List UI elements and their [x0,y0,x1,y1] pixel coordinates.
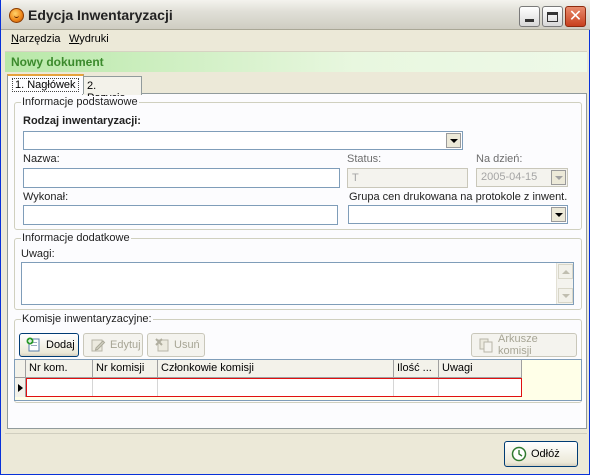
chevron-down-icon[interactable] [446,133,461,148]
table-header: Nr kom. Nr komisji Członkowie komisji Il… [15,360,522,378]
notes-scrollbar[interactable] [556,263,573,304]
maximize-icon [547,11,558,22]
column-header-count[interactable]: Ilość ... [394,360,439,378]
scroll-up-icon[interactable] [558,264,573,279]
table-cell[interactable] [439,378,522,397]
table-cell[interactable] [394,378,439,397]
commissions-table[interactable]: Nr kom. Nr komisji Członkowie komisji Il… [14,359,582,401]
inventory-type-label: Rodzaj inwentaryzacji: [23,115,141,127]
sheets-icon [479,338,493,353]
status-label: Status: [347,153,382,165]
menu-narzedzia[interactable]: Narzędzia [11,33,61,45]
postpone-button[interactable]: Odłóż [504,441,578,467]
notes-textarea[interactable] [21,262,574,305]
commissions-legend: Komisje inwentaryzacyjne: [21,313,153,325]
clock-icon [511,446,527,462]
minimize-icon [525,19,534,22]
close-button[interactable]: ✕ [565,6,586,27]
app-window: Edycja Inwentaryzacji ✕ Narzędzia Wydruk… [0,0,590,475]
delete-button-label: Usuń [174,339,200,351]
table-cell[interactable] [26,378,93,397]
date-value: 2005-04-15 [481,171,538,183]
add-icon [26,337,40,352]
banner-text: Nowy dokument [11,55,104,69]
app-icon [9,8,24,23]
table-corner [15,360,26,378]
table-cell[interactable] [158,378,394,397]
name-label: Nazwa: [23,153,60,165]
status-field: T [347,168,468,188]
basic-info-legend: Informacje podstawowe [21,96,139,108]
delete-icon [155,338,169,352]
add-button-label: Dodaj [46,339,75,351]
title-bar[interactable]: Edycja Inwentaryzacji ✕ [1,0,590,30]
column-header-members[interactable]: Członkowie komisji [158,360,394,378]
notes-label: Uwagi: [21,248,55,260]
delete-commission-button[interactable]: Usuń [147,333,205,357]
commission-sheets-button[interactable]: Arkusze komisji [471,333,577,357]
add-commission-button[interactable]: Dodaj [19,333,79,357]
tab-header[interactable]: 1. Nagłówek [7,74,84,94]
edit-icon [91,339,106,352]
column-header-nr-kom[interactable]: Nr kom. [26,360,93,378]
date-label: Na dzień: [476,153,523,165]
table-row[interactable] [15,378,522,397]
window-title: Edycja Inwentaryzacji [28,7,173,23]
sheets-button-label: Arkusze komisji [498,333,538,357]
footer-divider [5,433,587,434]
price-group-label: Grupa cen drukowana na protokole z inwen… [349,191,568,203]
performed-by-label: Wykonał: [23,191,69,203]
tab-positions[interactable]: 2. Pozycje [82,76,142,104]
table-cell[interactable] [93,378,158,397]
minimize-button[interactable] [519,6,540,27]
postpone-button-label: Odłóż [531,448,560,460]
date-picker: 2005-04-15 [476,168,568,187]
scroll-down-icon[interactable] [558,288,573,303]
performed-by-field[interactable] [23,205,338,225]
menu-wydruki[interactable]: Wydruki [69,33,109,45]
edit-button-label: Edytuj [110,339,141,351]
maximize-button[interactable] [542,6,563,27]
edit-commission-button[interactable]: Edytuj [83,333,143,357]
column-header-notes[interactable]: Uwagi [439,360,522,378]
chevron-down-icon[interactable] [551,207,566,222]
row-indicator-icon [15,378,26,397]
inventory-type-select[interactable] [23,131,463,150]
menu-bar: Narzędzia Wydruki [5,31,587,50]
chevron-down-icon [551,170,566,185]
extra-info-legend: Informacje dodatkowe [21,232,131,244]
tab-header-label: 1. Nagłówek [12,78,79,92]
close-icon: ✕ [568,7,583,25]
column-header-nr-komisji[interactable]: Nr komisji [93,360,158,378]
price-group-select[interactable] [348,205,568,224]
name-field[interactable] [23,168,340,188]
document-status-banner: Nowy dokument [5,51,587,72]
